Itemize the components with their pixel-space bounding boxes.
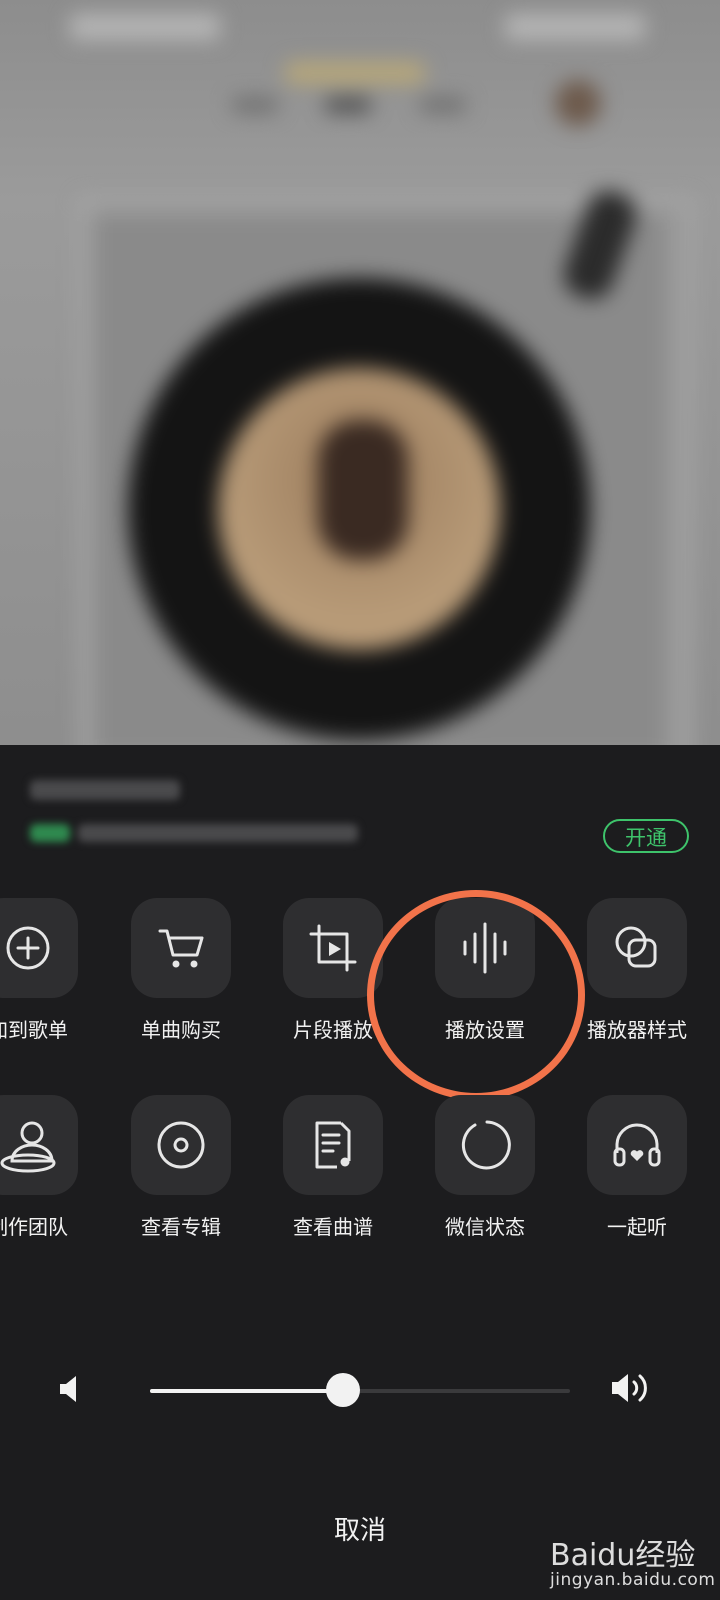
highlight-circle	[367, 890, 585, 1100]
status-ring-icon	[435, 1095, 535, 1195]
action-label: 微信状态	[445, 1215, 525, 1239]
add-circle-icon	[0, 898, 78, 998]
volume-low-icon[interactable]	[56, 1374, 82, 1408]
album-disc-icon	[131, 1095, 231, 1195]
action-label: 制作团队	[0, 1215, 68, 1239]
volume-high-icon[interactable]	[608, 1370, 652, 1410]
action-label: 一起听	[607, 1215, 667, 1239]
player-background	[0, 0, 720, 760]
cart-icon	[131, 898, 231, 998]
team-icon	[0, 1095, 78, 1195]
watermark-url: jingyan.baidu.com	[550, 1570, 716, 1590]
open-vip-button[interactable]: 开通	[603, 819, 689, 853]
overlap-squares-icon	[587, 898, 687, 998]
headphones-heart-icon	[587, 1095, 687, 1195]
vip-banner-blurred	[24, 780, 424, 860]
volume-thumb[interactable]	[326, 1373, 361, 1407]
action-label: 查看专辑	[141, 1215, 221, 1239]
volume-fill	[150, 1389, 344, 1393]
action-label: 查看曲谱	[293, 1215, 373, 1239]
sheet-music-icon	[283, 1095, 383, 1195]
cancel-button[interactable]: 取消	[280, 1510, 440, 1547]
action-label: 单曲购买	[141, 1018, 221, 1042]
watermark-brand: Baidu经验	[550, 1538, 696, 1573]
action-label: 加到歌单	[0, 1018, 68, 1042]
